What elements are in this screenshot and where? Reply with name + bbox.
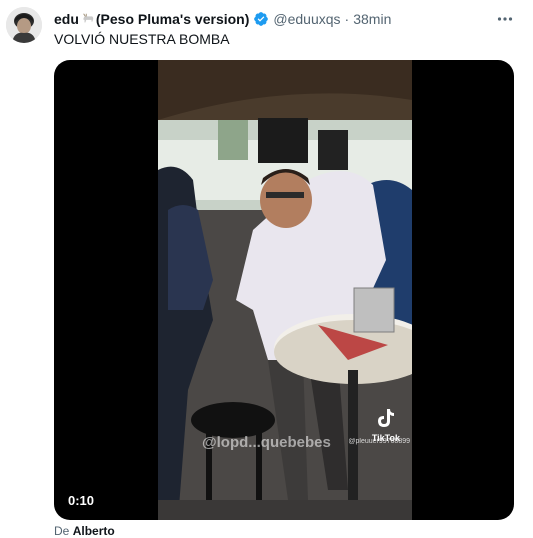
tiktok-username: @pleuuer99768899: [348, 438, 410, 445]
avatar[interactable]: [6, 7, 42, 43]
author-handle[interactable]: @eduuxqs: [273, 11, 340, 27]
separator-dot: ·: [344, 11, 350, 27]
video-duration: 0:10: [64, 491, 99, 510]
tiktok-logo-icon: [377, 409, 394, 427]
video-frame: [158, 60, 412, 520]
more-options-button[interactable]: [496, 10, 514, 28]
credit-source-link[interactable]: Alberto: [73, 524, 115, 538]
more-horizontal-icon: [497, 17, 513, 21]
video-player[interactable]: @lopd...quebebes TikTok @pleuuer99768899…: [54, 60, 514, 520]
goat-emoji-icon: [81, 12, 95, 26]
video-watermark: @lopd...quebebes: [202, 434, 331, 451]
credit-prefix: De: [54, 524, 73, 538]
tweet-header: edu (Peso Pluma's version) @eduuxqs · 38…: [54, 9, 503, 29]
tweet-text: VOLVIÓ NUESTRA BOMBA: [54, 31, 230, 47]
author-name[interactable]: edu: [54, 11, 79, 27]
media-credit: De Alberto: [54, 524, 115, 538]
author-name-suffix[interactable]: (Peso Pluma's version): [96, 11, 250, 27]
tweet-time[interactable]: 38min: [353, 11, 391, 27]
verified-badge-icon: [253, 11, 269, 27]
